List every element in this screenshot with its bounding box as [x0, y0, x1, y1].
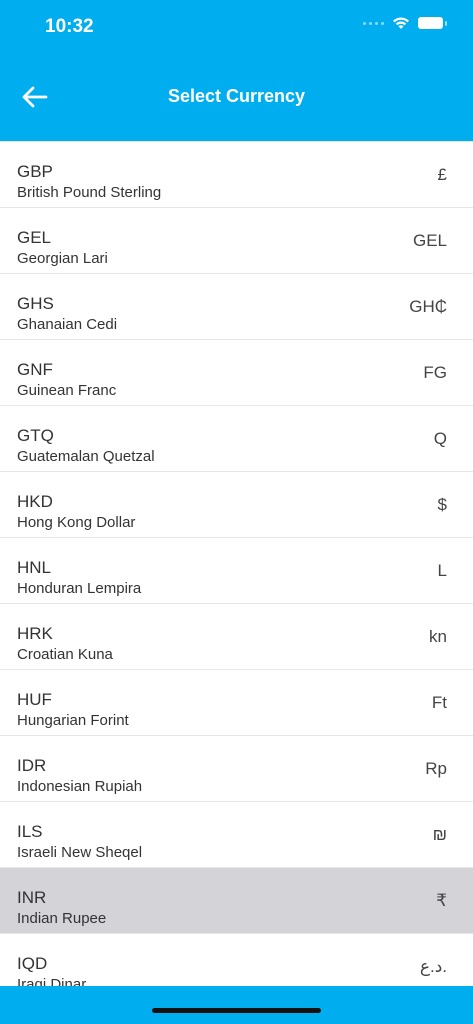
currency-code: GBP	[17, 162, 53, 181]
currency-symbol: ₹	[436, 891, 447, 910]
currency-name: Ghanaian Cedi	[17, 316, 118, 333]
currency-code: HNL	[17, 558, 52, 577]
currency-symbol: L	[437, 561, 447, 580]
page-title: Select Currency	[167, 86, 306, 106]
currency-code: IDR	[17, 756, 47, 775]
currency-symbol: د.ع.	[419, 957, 447, 976]
currency-symbol: £	[437, 165, 447, 184]
currency-name: Guatemalan Quetzal	[17, 448, 155, 465]
home-indicator[interactable]	[152, 1008, 321, 1013]
status-icons	[363, 16, 447, 30]
currency-row-inr[interactable]: INR Indian Rupee ₹	[0, 868, 473, 934]
currency-code: GNF	[17, 360, 53, 379]
currency-code: ILS	[17, 822, 43, 841]
currency-symbol: Ft	[431, 693, 447, 712]
currency-row-hkd[interactable]: HKD Hong Kong Dollar $	[0, 472, 473, 538]
currency-row-ils[interactable]: ILS Israeli New Sheqel ₪	[0, 802, 473, 868]
currency-code: INR	[17, 888, 47, 907]
currency-row-hnl[interactable]: HNL Honduran Lempira L	[0, 538, 473, 604]
app-header: 10:32 Select Currency	[0, 0, 473, 141]
currency-row-gtq[interactable]: GTQ Guatemalan Quetzal Q	[0, 406, 473, 472]
status-time: 10:32	[45, 16, 94, 37]
currency-row-hrk[interactable]: HRK Croatian Kuna kn	[0, 604, 473, 670]
currency-row-ghs[interactable]: GHS Ghanaian Cedi GH₵	[0, 274, 473, 340]
cellular-signal-icon	[363, 21, 384, 25]
currency-name: Honduran Lempira	[17, 580, 142, 597]
currency-symbol: GEL	[412, 231, 447, 250]
currency-name: Israeli New Sheqel	[17, 844, 143, 861]
currency-code: HRK	[17, 624, 53, 643]
currency-code: GEL	[17, 228, 52, 247]
currency-row-gel[interactable]: GEL Georgian Lari GEL	[0, 208, 473, 274]
currency-code: IQD	[17, 954, 48, 973]
currency-symbol: ₪	[432, 825, 447, 844]
wifi-icon	[393, 17, 409, 29]
currency-row-gbp[interactable]: GBP British Pound Sterling £	[0, 142, 473, 208]
currency-symbol: Rp	[425, 759, 447, 778]
currency-symbol: $	[437, 495, 447, 514]
currency-row-gnf[interactable]: GNF Guinean Franc FG	[0, 340, 473, 406]
currency-name: Indonesian Rupiah	[17, 778, 143, 795]
currency-symbol: Q	[433, 429, 447, 448]
bottom-bar	[0, 986, 473, 1024]
currency-row-idr[interactable]: IDR Indonesian Rupiah Rp	[0, 736, 473, 802]
currency-name: Georgian Lari	[17, 250, 108, 267]
currency-row-iqd[interactable]: IQD Iraqi Dinar د.ع.	[0, 934, 473, 987]
currency-symbol: kn	[429, 627, 447, 646]
currency-symbol: GH₵	[409, 297, 447, 316]
battery-icon	[418, 17, 447, 29]
currency-name: Guinean Franc	[17, 382, 117, 399]
currency-code: HUF	[17, 690, 52, 709]
currency-list[interactable]: GBP British Pound Sterling £ GEL Georgian La…	[0, 141, 473, 987]
currency-code: HKD	[17, 492, 53, 511]
currency-code: GTQ	[17, 426, 54, 445]
currency-symbol: FG	[423, 363, 447, 382]
currency-name: Hong Kong Dollar	[17, 514, 136, 531]
currency-name: Indian Rupee	[17, 910, 107, 927]
currency-row-huf[interactable]: HUF Hungarian Forint Ft	[0, 670, 473, 736]
currency-name: Hungarian Forint	[17, 712, 129, 729]
currency-name: Croatian Kuna	[17, 646, 113, 663]
currency-name: British Pound Sterling	[17, 184, 162, 201]
currency-code: GHS	[17, 294, 54, 313]
